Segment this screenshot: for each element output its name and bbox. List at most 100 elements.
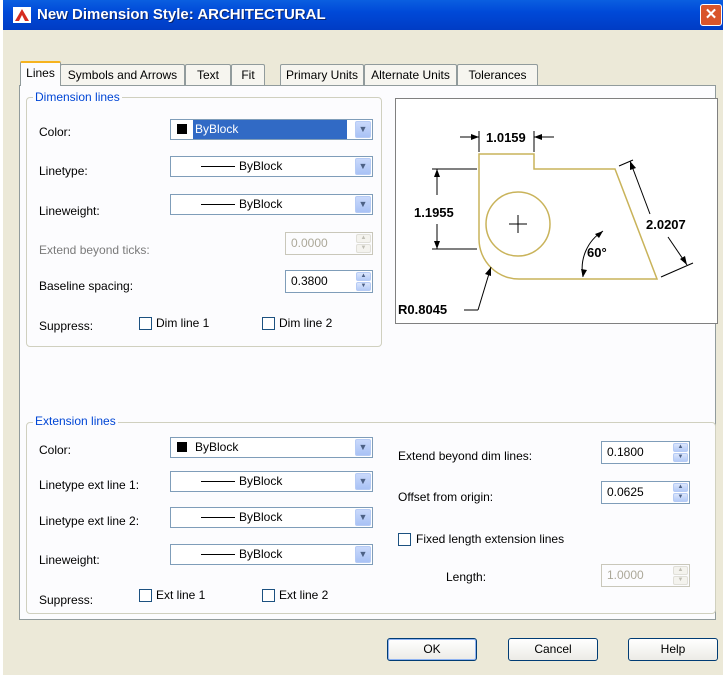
linetype-ext-line-2-dropdown[interactable]: ByBlock ▼ [170, 507, 373, 528]
offset-from-origin-spinner[interactable]: 0.0625 ▲ ▼ [601, 481, 690, 504]
ok-button[interactable]: OK [387, 638, 477, 661]
dim-color-label: Color: [39, 125, 72, 139]
arrowhead [434, 241, 440, 249]
ext-line-1-checkbox[interactable] [139, 589, 152, 602]
dim-line-2-label: Dim line 2 [279, 316, 333, 330]
dim-lineweight-label: Lineweight: [39, 204, 100, 218]
ext-color-dropdown[interactable]: ByBlock ▼ [170, 437, 373, 458]
dim-linetype-label: Linetype: [39, 164, 88, 178]
color-swatch-black [177, 124, 187, 134]
chevron-down-icon[interactable]: ▼ [355, 473, 371, 490]
window-title: New Dimension Style: ARCHITECTURAL [37, 6, 326, 23]
linetype-ext-line-1-dropdown[interactable]: ByBlock ▼ [170, 471, 373, 492]
dim-linetype-dropdown[interactable]: ByBlock ▼ [170, 156, 373, 177]
tab-alternate-units[interactable]: Alternate Units [364, 64, 457, 85]
tab-fit[interactable]: Fit [231, 64, 265, 85]
dim-lineweight-value: ByBlock [239, 197, 283, 211]
spin-down-icon[interactable]: ▼ [673, 493, 688, 502]
spin-down-icon[interactable]: ▼ [356, 244, 371, 253]
part-outline [478, 153, 659, 280]
chevron-down-icon[interactable]: ▼ [355, 158, 371, 175]
dim-suppress-label: Suppress: [39, 319, 94, 333]
tab-text[interactable]: Text [185, 64, 231, 85]
ext-lineweight-dropdown[interactable]: ByBlock ▼ [170, 544, 373, 565]
baseline-spacing-value: 0.3800 [291, 274, 328, 288]
dim-color-value: ByBlock [193, 120, 347, 139]
extension-lines-legend: Extension lines [33, 414, 118, 428]
length-value: 1.0000 [607, 568, 644, 582]
spin-down-icon[interactable]: ▼ [673, 453, 688, 462]
ext-line-2-label: Ext line 2 [279, 588, 329, 602]
length-label: Length: [446, 570, 487, 584]
preview-pane: 1.0159 1.1955 2.0207 60° R0.8045 [395, 98, 718, 324]
baseline-spacing-spinner[interactable]: 0.3800 ▲ ▼ [285, 270, 373, 293]
extend-beyond-ticks-label: Extend beyond ticks: [39, 243, 150, 257]
dim-left-text: 1.1955 [414, 205, 454, 220]
ext-color-value: ByBlock [195, 440, 239, 454]
arrowhead [680, 256, 687, 265]
extend-beyond-dim-lines-label: Extend beyond dim lines: [398, 449, 533, 463]
ext-color-label: Color: [39, 443, 72, 457]
tab-primary-units[interactable]: Primary Units [280, 64, 364, 85]
line-sample-icon [201, 517, 235, 518]
help-button[interactable]: Help [628, 638, 718, 661]
dim-lineweight-dropdown[interactable]: ByBlock ▼ [170, 194, 373, 215]
color-swatch-black [177, 442, 187, 452]
spin-down-icon[interactable]: ▼ [673, 576, 688, 585]
chevron-down-icon[interactable]: ▼ [355, 121, 371, 138]
arrowhead [630, 161, 636, 170]
ext-line-2-checkbox[interactable] [262, 589, 275, 602]
dim-line-1-label: Dim line 1 [156, 316, 210, 330]
length-spinner[interactable]: 1.0000 ▲ ▼ [601, 564, 690, 587]
spin-up-icon[interactable]: ▲ [673, 566, 688, 575]
line-sample-icon [201, 481, 235, 482]
chevron-down-icon[interactable]: ▼ [355, 439, 371, 456]
tab-tolerances[interactable]: Tolerances [457, 64, 538, 85]
chevron-down-icon[interactable]: ▼ [355, 196, 371, 213]
tab-lines[interactable]: Lines [20, 61, 61, 86]
extend-beyond-ticks-value: 0.0000 [291, 236, 328, 250]
extend-beyond-ticks-spinner[interactable]: 0.0000 ▲ ▼ [285, 232, 373, 255]
dimension-lines-legend: Dimension lines [33, 90, 122, 104]
offset-from-origin-value: 0.0625 [607, 485, 644, 499]
arrowhead [595, 231, 603, 238]
linetype-ext-line-2-value: ByBlock [239, 510, 283, 524]
close-icon: ✕ [704, 6, 718, 23]
ext-suppress-label: Suppress: [39, 593, 94, 607]
spin-up-icon[interactable]: ▲ [356, 234, 371, 243]
dim-linetype-value: ByBlock [239, 159, 283, 173]
linetype-ext-line-1-label: Linetype ext line 1: [39, 478, 140, 492]
chevron-down-icon[interactable]: ▼ [355, 546, 371, 563]
arrowhead [434, 169, 440, 177]
line-sample-icon [201, 554, 235, 555]
fixed-length-checkbox[interactable] [398, 533, 411, 546]
tab-symbols-and-arrows[interactable]: Symbols and Arrows [60, 64, 185, 85]
arrowhead [534, 134, 542, 140]
angle-text: 60° [587, 245, 607, 260]
dim-color-dropdown[interactable]: ByBlock ▼ [170, 119, 373, 140]
line-sample-icon [201, 166, 235, 167]
radius-text: R0.8045 [398, 302, 447, 317]
dim-right-text: 2.0207 [646, 217, 686, 232]
linetype-ext-line-1-value: ByBlock [239, 474, 283, 488]
line-sample-icon [201, 204, 235, 205]
arrowhead [485, 267, 491, 276]
spin-up-icon[interactable]: ▲ [356, 272, 371, 281]
dim-line-2-checkbox[interactable] [262, 317, 275, 330]
close-button[interactable]: ✕ [700, 4, 722, 26]
arrowhead [471, 134, 479, 140]
extend-beyond-dim-lines-spinner[interactable]: 0.1800 ▲ ▼ [601, 441, 690, 464]
ext-lineweight-label: Lineweight: [39, 553, 100, 567]
title-bar[interactable]: New Dimension Style: ARCHITECTURAL ✕ [3, 0, 723, 30]
dim-line-1-checkbox[interactable] [139, 317, 152, 330]
cancel-button[interactable]: Cancel [508, 638, 598, 661]
extension-line [660, 262, 694, 278]
dim-top-text: 1.0159 [486, 130, 526, 145]
spin-up-icon[interactable]: ▲ [673, 443, 688, 452]
ext-line-1-label: Ext line 1 [156, 588, 206, 602]
spin-up-icon[interactable]: ▲ [673, 483, 688, 492]
extend-beyond-dim-lines-value: 0.1800 [607, 445, 644, 459]
spin-down-icon[interactable]: ▼ [356, 282, 371, 291]
dialog-window: New Dimension Style: ARCHITECTURAL ✕ Lin… [3, 0, 723, 675]
chevron-down-icon[interactable]: ▼ [355, 509, 371, 526]
